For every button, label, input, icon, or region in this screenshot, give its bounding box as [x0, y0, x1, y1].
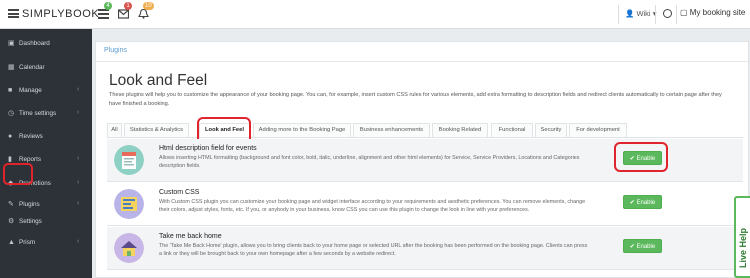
enable-highlight-annotation	[614, 142, 668, 172]
user-name: Wiki	[636, 9, 651, 18]
sidebar-item-calendar[interactable]: ▦ Calendar	[0, 61, 92, 75]
tab-functional[interactable]: Functional	[491, 123, 533, 137]
enable-button[interactable]: ✔ Enable	[623, 195, 662, 209]
plugin-row: Custom CSS With Custom CSS plugin you ca…	[107, 183, 743, 226]
divider	[676, 5, 677, 24]
divider	[655, 5, 656, 24]
prism-icon: ▲	[8, 239, 15, 246]
page-description: These plugins will help you to customize…	[109, 92, 722, 107]
tab-for-development[interactable]: For development	[569, 123, 627, 137]
bell-icon[interactable]	[138, 9, 149, 19]
plugin-description: The 'Take Me Back Home' plugin, allows y…	[159, 243, 588, 257]
css-plugin-icon	[114, 189, 144, 219]
plugin-name: Html description field for events	[159, 145, 257, 152]
breadcrumb[interactable]: Plugins	[104, 47, 127, 54]
tab-adding-more[interactable]: Adding more to the Booking Page	[253, 123, 351, 137]
calendar-icon: ▦	[8, 64, 15, 71]
tab-booking-related[interactable]: Booking Related	[432, 123, 488, 137]
plugin-name: Custom CSS	[159, 189, 200, 196]
top-bar: SIMPLYBOOK 4 1 10 👤 Wiki ▾ ▢ My booking …	[0, 0, 750, 29]
page-title: Look and Feel	[109, 72, 208, 89]
plugin-description: Allows inserting HTML formatting (backgr…	[159, 155, 580, 169]
sidebar-item-dashboard[interactable]: ▣ Dashboard	[0, 37, 92, 51]
tab-statistics-analytics[interactable]: Statistics & Analytics	[124, 123, 189, 137]
plugins-highlight-annotation	[3, 163, 33, 185]
plugin-row: Take me back home The 'Take Me Back Home…	[107, 227, 743, 270]
reviews-icon: ●	[8, 133, 13, 140]
sidebar-item-prism[interactable]: ▲ Prism ‹	[0, 236, 92, 250]
mail-icon[interactable]	[118, 9, 129, 19]
live-help-button[interactable]: Live Help	[734, 196, 750, 278]
divider	[96, 61, 748, 62]
manage-icon: ■	[8, 87, 13, 94]
sidebar-item-reviews[interactable]: ● Reviews	[0, 130, 92, 144]
clock-icon: ◷	[8, 110, 15, 117]
plugin-name: Take me back home	[159, 233, 222, 240]
dashboard-icon: ▣	[8, 40, 15, 47]
tasks-badge: 4	[104, 2, 112, 10]
my-booking-site-link[interactable]: ▢ My booking site	[680, 8, 745, 17]
user-menu[interactable]: 👤 Wiki ▾	[625, 9, 656, 18]
live-help-label: Live Help	[738, 227, 748, 268]
home-plugin-icon	[114, 233, 144, 263]
plugins-icon: ✎	[8, 201, 14, 208]
tab-all[interactable]: All	[107, 123, 122, 137]
tab-business-enhancements[interactable]: Business enhancements	[353, 123, 430, 137]
booking-site-label: My booking site	[689, 8, 746, 17]
tab-security[interactable]: Security	[535, 123, 567, 137]
divider	[618, 5, 619, 24]
tasks-icon[interactable]	[98, 9, 109, 19]
sidebar-item-plugins[interactable]: ✎ Plugins ‹	[0, 198, 92, 212]
brand-logo[interactable]: SIMPLYBOOK	[22, 8, 99, 20]
sidebar-item-time-settings[interactable]: ◷ Time settings ‹	[0, 107, 92, 121]
sidebar-item-settings[interactable]: ⚙ Settings	[0, 215, 92, 229]
enable-button[interactable]: ✔ Enable	[623, 239, 662, 253]
globe-icon[interactable]	[663, 9, 672, 18]
tab-bar: All Statistics & Analytics Look and Feel…	[107, 123, 627, 137]
notifications-badge: 10	[143, 2, 154, 10]
mail-badge: 1	[124, 2, 132, 10]
plugin-description: With Custom CSS plugin you can customize…	[159, 199, 586, 213]
sidebar-item-manage[interactable]: ■ Manage ‹	[0, 84, 92, 98]
sidebar: ▣ Dashboard ▦ Calendar ■ Manage ‹ ◷ Time sett…	[0, 29, 92, 278]
settings-icon: ⚙	[8, 218, 15, 225]
main-card: Plugins Look and Feel These plugins will…	[95, 41, 749, 278]
reports-icon: ▮	[8, 156, 12, 163]
html-plugin-icon	[114, 145, 144, 175]
menu-icon[interactable]	[8, 9, 19, 18]
